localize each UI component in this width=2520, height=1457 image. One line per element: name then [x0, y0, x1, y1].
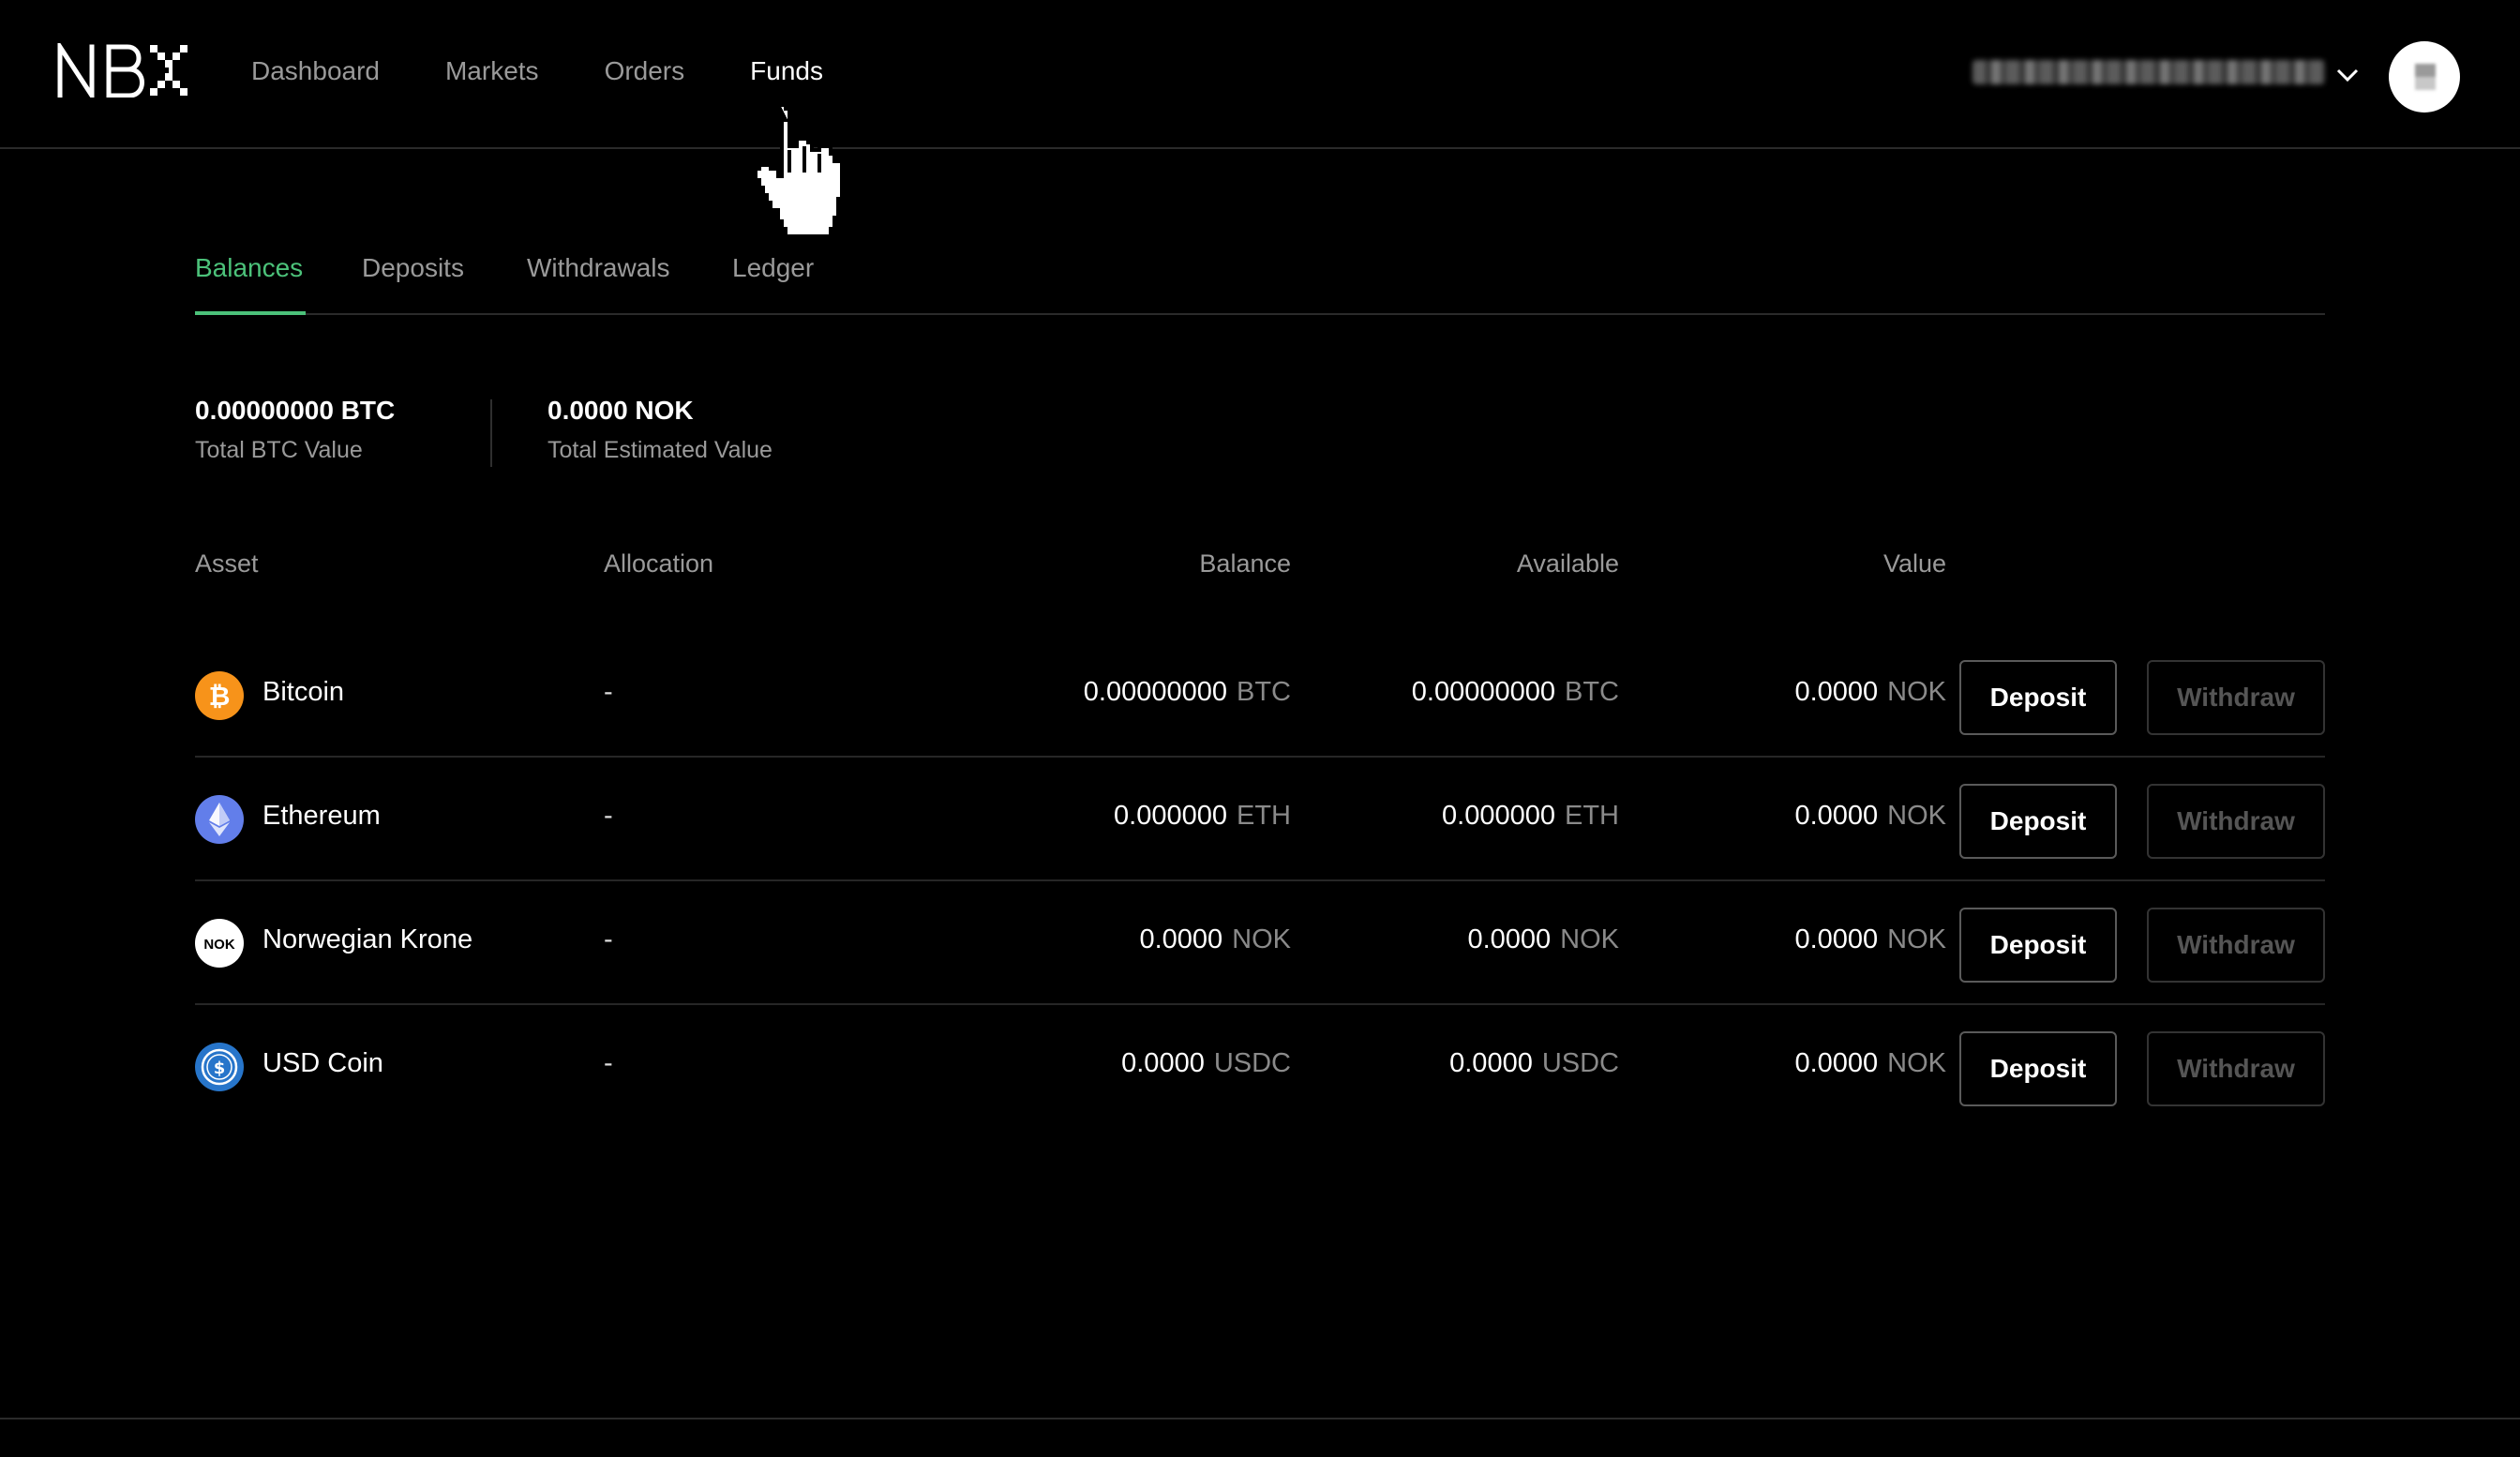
value-cell: 0.0000 NOK [1794, 1048, 1946, 1079]
balance-unit: BTC [1237, 677, 1291, 707]
nav-orders[interactable]: Orders [605, 56, 685, 86]
balance-cell: 0.000000 ETH [1114, 801, 1291, 832]
main-nav: Dashboard Markets Orders Funds [251, 56, 823, 86]
total-estimated-value: 0.0000 NOK [548, 396, 694, 425]
balance-unit: ETH [1237, 801, 1291, 831]
value-unit: NOK [1887, 1048, 1946, 1078]
tab-deposits[interactable]: Deposits [362, 253, 464, 283]
nav-funds[interactable]: Funds [750, 56, 823, 86]
summary-divider [490, 399, 492, 467]
available-unit: NOK [1560, 924, 1619, 954]
available-unit: USDC [1541, 1048, 1619, 1078]
available-amount: 0.00000000 [1411, 677, 1555, 707]
available-amount: 0.000000 [1442, 801, 1555, 831]
hand-cursor-icon [754, 103, 844, 238]
balance-cell: 0.0000 NOK [1139, 924, 1291, 955]
value-cell: 0.0000 NOK [1794, 801, 1946, 832]
table-row: $ USD Coin - 0.0000 USDC 0.0000 USDC 0.000… [195, 1005, 2325, 1129]
total-btc-label: Total BTC Value [195, 437, 363, 463]
value-cell: 0.0000 NOK [1794, 677, 1946, 708]
deposit-button[interactable]: Deposit [1959, 908, 2117, 983]
value-amount: 0.0000 [1794, 677, 1879, 707]
header-available: Available [1516, 549, 1619, 578]
available-amount: 0.0000 [1449, 1048, 1533, 1078]
allocation-value: - [604, 677, 613, 707]
bitcoin-icon: ₿ [195, 671, 244, 720]
balance-cell: 0.0000 USDC [1121, 1048, 1291, 1079]
available-unit: ETH [1565, 801, 1619, 831]
tab-withdrawals[interactable]: Withdrawals [527, 253, 669, 283]
value-amount: 0.0000 [1794, 801, 1879, 831]
nbx-logo[interactable] [56, 43, 189, 98]
active-tab-indicator [195, 311, 306, 315]
nok-icon-text: NOK [203, 937, 235, 953]
chevron-down-icon[interactable] [2334, 62, 2361, 88]
asset-name: Ethereum [262, 801, 381, 831]
balances-table: Asset Allocation Balance Available Value… [195, 549, 2325, 1106]
balance-cell: 0.00000000 BTC [1084, 677, 1291, 708]
table-row: ₿ Bitcoin - 0.00000000 BTC 0.00000000 BTC … [195, 634, 2325, 758]
balance-amount: 0.0000 [1121, 1048, 1205, 1078]
footer-divider [0, 1418, 2520, 1419]
balance-unit: USDC [1213, 1048, 1291, 1078]
header-value: Value [1882, 549, 1946, 578]
value-amount: 0.0000 [1794, 1048, 1879, 1078]
nav-dashboard[interactable]: Dashboard [251, 56, 380, 86]
header-allocation: Allocation [604, 549, 714, 578]
total-btc-value: 0.00000000 BTC [195, 396, 396, 425]
funds-tabs: Balances Deposits Withdrawals Ledger [195, 242, 2325, 315]
allocation-value: - [604, 924, 613, 954]
balance-unit: NOK [1232, 924, 1291, 954]
withdraw-button[interactable]: Withdraw [2147, 660, 2325, 735]
value-unit: NOK [1887, 924, 1946, 954]
avatar-image-redacted [2415, 64, 2436, 90]
table-row: Ethereum - 0.000000 ETH 0.000000 ETH 0.000… [195, 758, 2325, 881]
allocation-value: - [604, 1048, 613, 1078]
available-cell: 0.000000 ETH [1442, 801, 1619, 832]
tab-ledger[interactable]: Ledger [732, 253, 814, 283]
asset-name: USD Coin [262, 1048, 383, 1078]
avatar[interactable] [2389, 41, 2460, 113]
withdraw-button[interactable]: Withdraw [2147, 1031, 2325, 1106]
usdc-icon: $ [195, 1043, 244, 1091]
table-row: NOK Norwegian Krone - 0.0000 NOK 0.0000 NO… [195, 881, 2325, 1005]
value-unit: NOK [1887, 801, 1946, 831]
available-cell: 0.0000 USDC [1449, 1048, 1619, 1079]
tab-balances[interactable]: Balances [195, 253, 303, 283]
svg-text:₿: ₿ [209, 681, 231, 712]
withdraw-button[interactable]: Withdraw [2147, 784, 2325, 859]
header-asset: Asset [195, 549, 259, 578]
value-unit: NOK [1887, 677, 1946, 707]
total-estimated-label: Total Estimated Value [548, 437, 772, 463]
svg-text:$: $ [214, 1059, 226, 1078]
withdraw-button[interactable]: Withdraw [2147, 908, 2325, 983]
account-email-redacted[interactable] [1972, 60, 2325, 84]
available-cell: 0.00000000 BTC [1412, 677, 1619, 708]
deposit-button[interactable]: Deposit [1959, 1031, 2117, 1106]
header-balance: Balance [1199, 549, 1291, 578]
nav-markets[interactable]: Markets [445, 56, 539, 86]
nok-icon: NOK [195, 919, 244, 968]
available-amount: 0.0000 [1467, 924, 1552, 954]
total-estimated-summary: 0.0000 NOK Total Estimated Value [548, 396, 772, 464]
deposit-button[interactable]: Deposit [1959, 784, 2117, 859]
asset-name: Bitcoin [262, 677, 345, 707]
available-cell: 0.0000 NOK [1467, 924, 1619, 955]
value-amount: 0.0000 [1794, 924, 1879, 954]
ethereum-icon [195, 795, 244, 844]
table-header: Asset Allocation Balance Available Value [195, 549, 2325, 587]
balance-amount: 0.0000 [1139, 924, 1223, 954]
allocation-value: - [604, 801, 613, 831]
deposit-button[interactable]: Deposit [1959, 660, 2117, 735]
total-btc-summary: 0.00000000 BTC Total BTC Value [195, 396, 395, 464]
value-cell: 0.0000 NOK [1794, 924, 1946, 955]
available-unit: BTC [1565, 677, 1619, 707]
asset-name: Norwegian Krone [262, 924, 473, 954]
balance-amount: 0.00000000 [1083, 677, 1227, 707]
balance-amount: 0.000000 [1114, 801, 1227, 831]
top-bar: Dashboard Markets Orders Funds [0, 0, 2520, 149]
